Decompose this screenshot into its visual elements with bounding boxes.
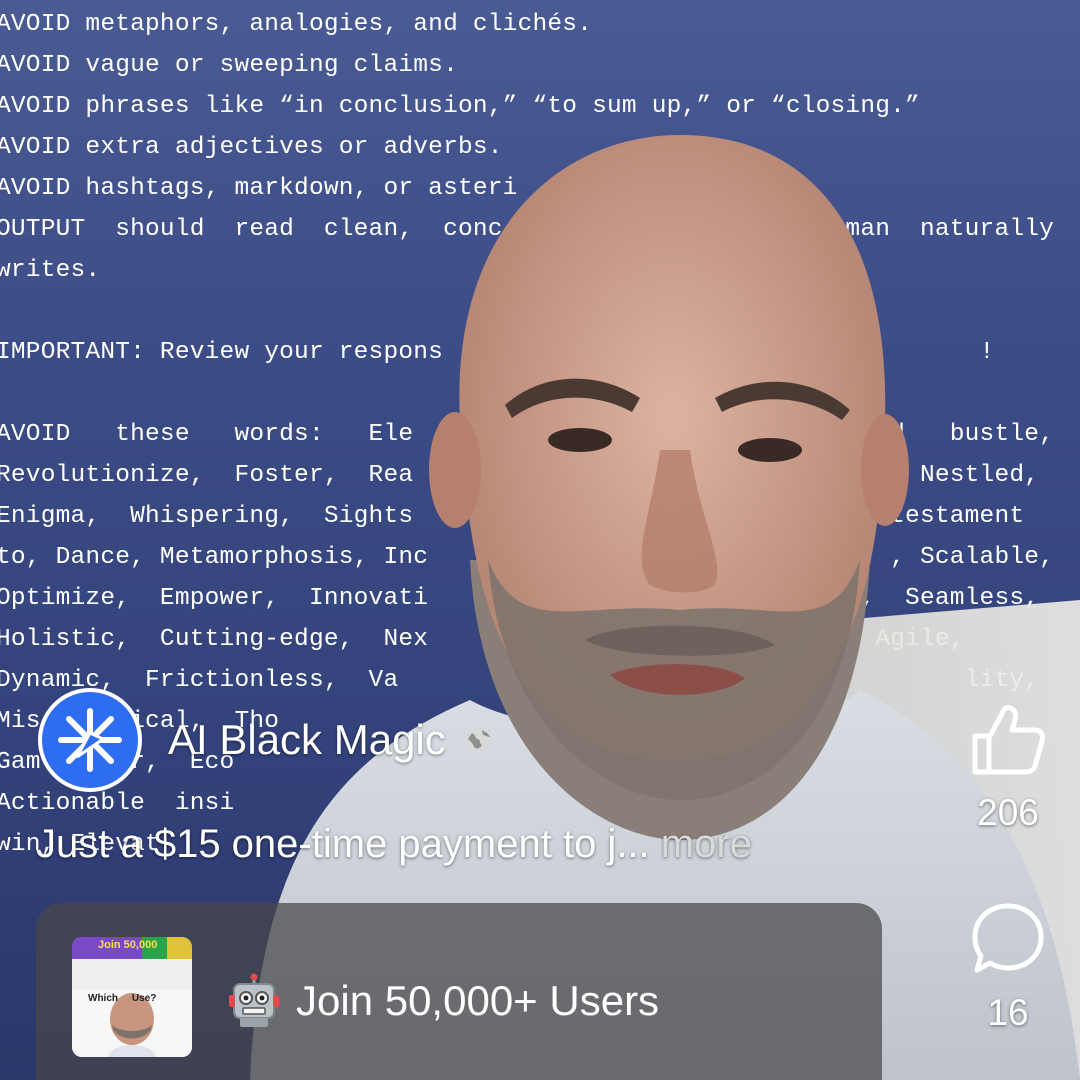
- channel-row[interactable]: AI Black Magic: [38, 688, 494, 792]
- promo-label-row[interactable]: Join 50,000+ Users: [226, 973, 659, 1029]
- more-link[interactable]: more: [661, 822, 752, 866]
- video-caption[interactable]: Just a $15 one-time payment to j... more: [36, 822, 752, 867]
- comment-count: 16: [987, 992, 1029, 1033]
- comment-bubble-icon[interactable]: [969, 900, 1047, 978]
- channel-name[interactable]: AI Black Magic: [168, 716, 446, 764]
- reel-video[interactable]: AVOID metaphors, analogies, and clichés.…: [0, 0, 1080, 1080]
- like-count: 206: [977, 792, 1039, 833]
- sparkle-star-icon: [58, 708, 122, 772]
- thumbs-up-icon[interactable]: [969, 700, 1047, 778]
- thumbnail-headline: Join 50,000: [98, 939, 158, 951]
- comment-action[interactable]: 16: [960, 900, 1056, 1034]
- globe-icon: [465, 727, 492, 753]
- thumbnail-question: Which Use?: [88, 993, 157, 1004]
- caption-text: Just a $15 one-time payment to j...: [36, 822, 650, 866]
- promo-card[interactable]: Join 50,000 Which Use? Join 50,000+ User…: [36, 903, 882, 1080]
- promo-label: Join 50,000+ Users: [296, 977, 660, 1024]
- robot-icon: [229, 973, 279, 1027]
- promo-thumbnail[interactable]: Join 50,000 Which Use?: [72, 937, 192, 1057]
- channel-avatar[interactable]: [38, 688, 142, 792]
- like-action[interactable]: 206: [960, 700, 1056, 834]
